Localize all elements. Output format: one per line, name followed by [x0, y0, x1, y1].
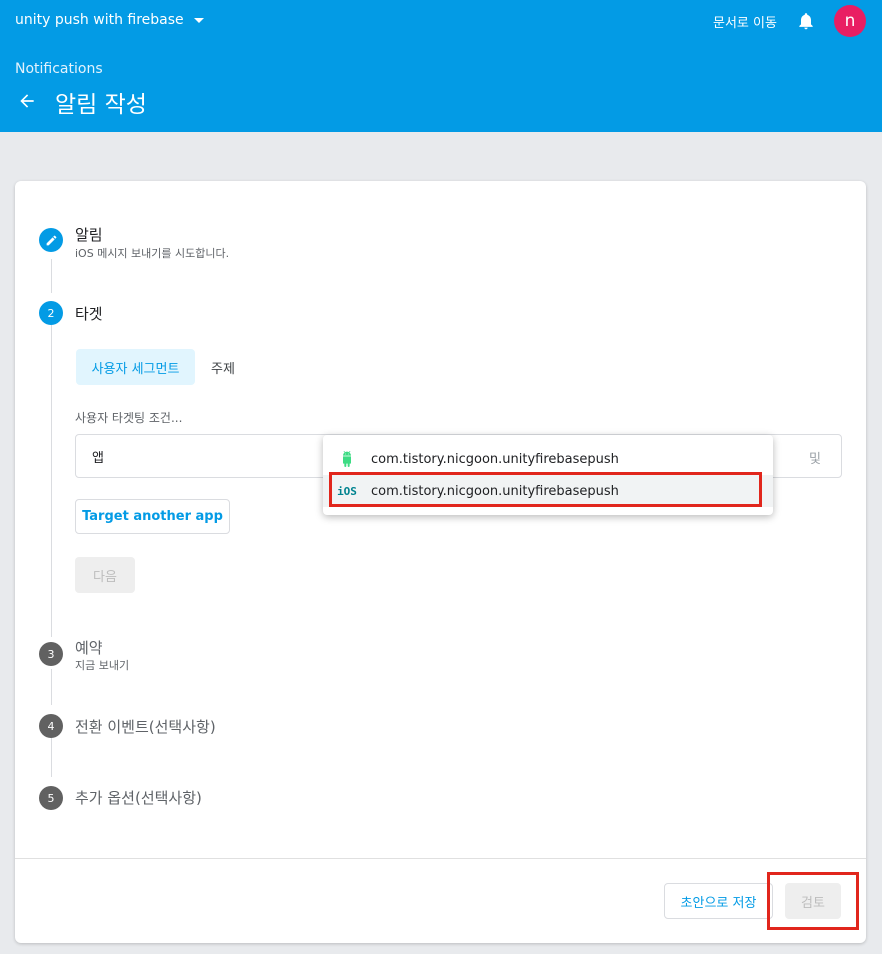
- project-name: unity push with firebase: [15, 12, 184, 28]
- app-label: 앱: [92, 451, 104, 466]
- step-4-badge: 4: [39, 714, 63, 738]
- step-2-title[interactable]: 타겟: [75, 303, 103, 324]
- page-title: 알림 작성: [55, 92, 147, 118]
- app-header: unity push with firebase 문서로 이동 n Notifi…: [0, 0, 882, 132]
- project-selector[interactable]: unity push with firebase: [15, 12, 204, 28]
- back-arrow-icon[interactable]: [17, 91, 37, 111]
- step-5-badge: 5: [39, 786, 63, 810]
- app-option-android[interactable]: com.tistory.nicgoon.unityfirebasepush: [323, 443, 773, 475]
- target-another-app-button[interactable]: Target another app: [75, 499, 230, 534]
- pencil-icon: [46, 235, 56, 245]
- footer-divider: [15, 858, 866, 859]
- step-connector: [51, 669, 52, 705]
- step-3-title[interactable]: 예약: [75, 637, 103, 658]
- docs-link[interactable]: 문서로 이동: [713, 12, 777, 31]
- step-5-title[interactable]: 추가 옵션(선택사항): [75, 787, 202, 808]
- bell-icon[interactable]: [796, 10, 816, 32]
- step-1-done-badge: [39, 228, 63, 252]
- avatar[interactable]: n: [834, 5, 866, 37]
- targeting-condition-label: 사용자 타겟팅 조건...: [75, 411, 183, 425]
- save-draft-button[interactable]: 초안으로 저장: [664, 883, 773, 919]
- step-2-badge: 2: [39, 301, 63, 325]
- and-button[interactable]: 및: [809, 448, 821, 467]
- step-4-title[interactable]: 전환 이벤트(선택사항): [75, 716, 216, 737]
- chevron-down-icon: [193, 17, 204, 23]
- step-connector: [51, 325, 52, 637]
- annotation-highlight-review-button: [767, 872, 859, 930]
- step-connector: [51, 737, 52, 777]
- tab-user-segment[interactable]: 사용자 세그먼트: [76, 349, 195, 385]
- app-option-label: com.tistory.nicgoon.unityfirebasepush: [371, 451, 619, 467]
- compose-card: 알림 iOS 메시지 보내기를 시도합니다. 2 타겟 사용자 세그먼트 주제 …: [15, 181, 866, 943]
- step-1-title[interactable]: 알림: [75, 224, 103, 245]
- breadcrumb[interactable]: Notifications: [15, 61, 103, 77]
- step-connector: [51, 259, 52, 293]
- step-3-badge: 3: [39, 642, 63, 666]
- step-3-subtitle: 지금 보내기: [75, 659, 130, 672]
- android-icon: [343, 451, 351, 467]
- annotation-highlight-ios-option: [329, 472, 762, 507]
- tab-topic[interactable]: 주제: [205, 349, 241, 385]
- next-button[interactable]: 다음: [75, 557, 135, 593]
- step-1-subtitle: iOS 메시지 보내기를 시도합니다.: [75, 247, 230, 260]
